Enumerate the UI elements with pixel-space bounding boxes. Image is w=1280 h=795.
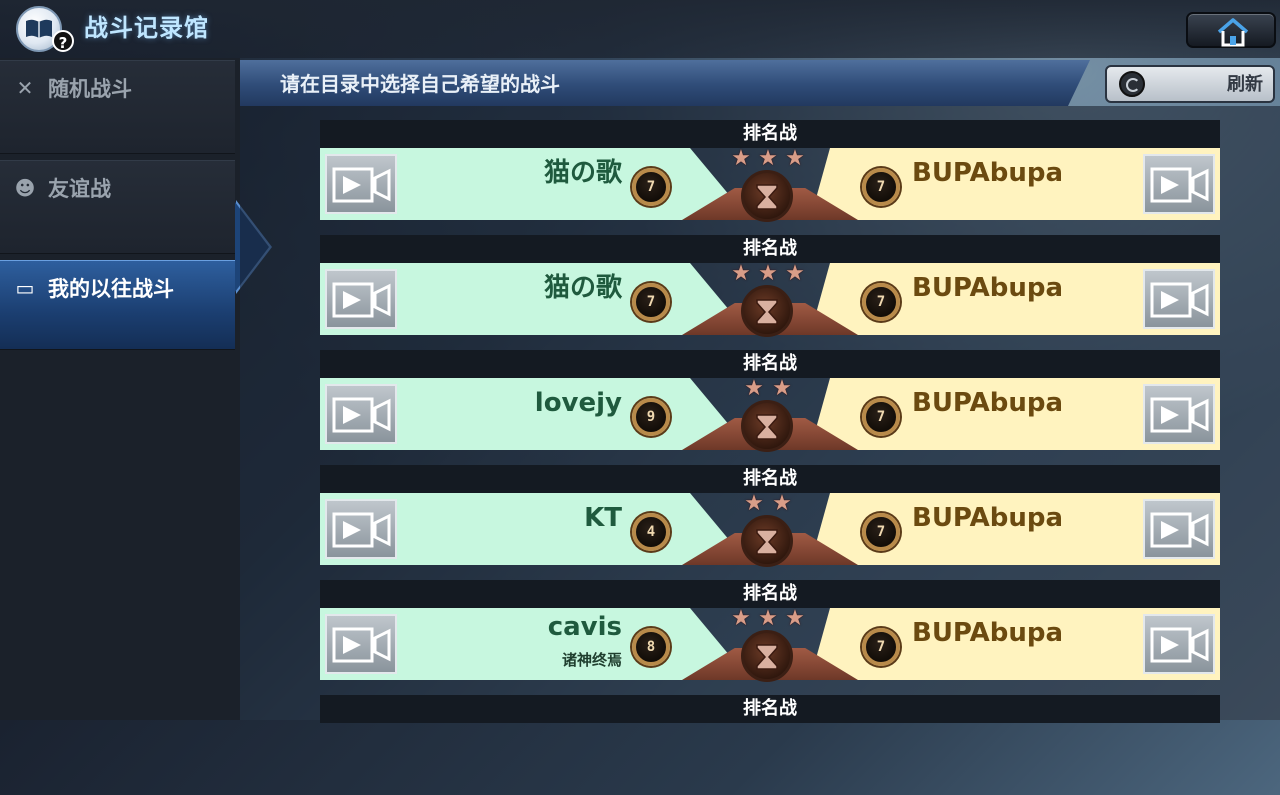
star-icon: ★ (758, 606, 778, 631)
right-replay-button[interactable] (1143, 384, 1215, 444)
refresh-button[interactable]: 刷新 (1105, 65, 1275, 103)
crossed-swords-icon: ✕ (16, 76, 34, 100)
battle-record[interactable]: 排名战 KT 4 7 BUPAbupa ★ ★ (320, 465, 1220, 567)
sidebar-item-my-battles[interactable]: ▭ 我的以往战斗 (0, 260, 235, 350)
right-rank-badge: 7 (862, 398, 900, 436)
left-replay-button[interactable] (325, 269, 397, 329)
home-button[interactable] (1186, 12, 1276, 48)
sidebar-item-random-battle[interactable]: ✕ 随机战斗 (0, 60, 235, 154)
help-icon[interactable]: ? (52, 30, 74, 52)
right-replay-button[interactable] (1143, 154, 1215, 214)
right-rank-badge: 7 (862, 628, 900, 666)
star-icon: ★ (772, 376, 792, 401)
right-rank-badge: 7 (862, 283, 900, 321)
battle-record[interactable]: 排名战 cavis 诸神终焉 8 7 BUPAbupa ★ ★ ★ (320, 580, 1220, 682)
left-player-name: 猫の歌 (543, 273, 622, 303)
battle-type-label: 排名战 (743, 123, 797, 144)
star-icon: ★ (731, 606, 751, 631)
left-player-name: cavis (547, 612, 622, 642)
right-rank-badge: 7 (862, 168, 900, 206)
sidebar-item-friendly-battle[interactable]: ☻ 友谊战 (0, 160, 235, 254)
star-icon: ★ (785, 261, 805, 286)
right-player-name: BUPAbupa (912, 503, 1063, 533)
battle-record[interactable]: 排名战猫の歌 7 7 BUPAbupa ★ ★ ★ (320, 235, 1220, 337)
left-player-guild: 诸神终焉 (561, 651, 622, 669)
right-replay-button[interactable] (1143, 499, 1215, 559)
left-replay-button[interactable] (325, 154, 397, 214)
app-title: 战斗记录馆 (84, 14, 209, 42)
left-rank-badge: 7 (632, 168, 670, 206)
right-player-name: BUPAbupa (912, 273, 1063, 303)
star-icon: ★ (772, 491, 792, 516)
left-replay-button[interactable] (325, 384, 397, 444)
hourglass-icon (741, 285, 793, 337)
star-icon: ★ (785, 606, 805, 631)
left-rank-badge: 9 (632, 398, 670, 436)
star-icon: ★ (785, 146, 805, 171)
left-replay-button[interactable] (325, 614, 397, 674)
refresh-label: 刷新 (1227, 74, 1263, 95)
hourglass-icon (741, 630, 793, 682)
star-icon: ★ (758, 261, 778, 286)
home-icon (1217, 18, 1249, 47)
battle-type-label: 排名战 (743, 698, 797, 719)
star-icon: ★ (758, 146, 778, 171)
right-rank-badge: 7 (862, 513, 900, 551)
star-icon: ★ (744, 376, 764, 401)
friends-icon: ☻ (14, 176, 36, 200)
battle-record[interactable]: 排名战 lovejy 9 7 BUPAbupa ★ ★ (320, 350, 1220, 452)
battle-type-label: 排名战 (743, 353, 797, 374)
right-player-name: BUPAbupa (912, 388, 1063, 418)
sidebar-item-label: 随机战斗 (48, 77, 132, 101)
header-instruction: 请在目录中选择自己希望的战斗 (280, 72, 560, 96)
left-player-name: 猫の歌 (543, 158, 622, 188)
hourglass-icon (741, 400, 793, 452)
right-player-name: BUPAbupa (912, 158, 1063, 188)
top-bar: ? 战斗记录馆 (0, 0, 1280, 58)
star-icon: ★ (731, 261, 751, 286)
left-replay-button[interactable] (325, 499, 397, 559)
right-player-name: BUPAbupa (912, 618, 1063, 648)
battle-type-label: 排名战 (743, 468, 797, 489)
hourglass-icon (741, 515, 793, 567)
open-book-icon: ▭ (15, 276, 35, 300)
star-icon: ★ (731, 146, 751, 171)
left-rank-badge: 8 (632, 628, 670, 666)
left-rank-badge: 4 (632, 513, 670, 551)
right-replay-button[interactable] (1143, 269, 1215, 329)
right-replay-button[interactable] (1143, 614, 1215, 674)
sidebar (0, 58, 240, 720)
battle-record[interactable]: 排名战猫の歌 7 7 BUPAbupa ★ ★ ★ (320, 120, 1220, 222)
left-player-name: lovejy (534, 388, 622, 418)
battle-type-label: 排名战 (743, 583, 797, 604)
left-rank-badge: 7 (632, 283, 670, 321)
hourglass-icon (741, 170, 793, 222)
sidebar-item-label: 友谊战 (48, 177, 111, 201)
left-player-name: KT (584, 503, 622, 533)
battle-record[interactable]: 排名战 (320, 695, 1220, 795)
battle-type-label: 排名战 (743, 238, 797, 259)
star-icon: ★ (744, 491, 764, 516)
sidebar-item-label: 我的以往战斗 (48, 277, 174, 301)
refresh-icon (1119, 71, 1145, 97)
